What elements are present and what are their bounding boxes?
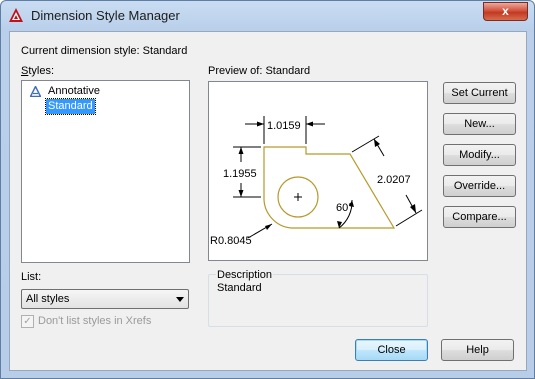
angle-dim-arrow-bottom	[337, 221, 342, 228]
xrefs-checkbox-label: Don't list styles in Xrefs	[38, 315, 152, 327]
left-dim-arrow-bottom	[238, 190, 244, 197]
description-label: Description	[216, 269, 274, 281]
radius-leader-arrow	[265, 224, 272, 230]
help-button[interactable]: Help	[441, 339, 514, 361]
left-dim-arrow-top	[238, 147, 244, 154]
list-label: List:	[21, 271, 42, 283]
right-dim-text: 2.0207	[377, 174, 411, 186]
current-style-label: Current dimension style:	[21, 45, 140, 57]
close-button[interactable]: Close	[355, 339, 428, 361]
top-dim-text: 1.0159	[267, 120, 301, 132]
right-dim-arrow-bottom	[410, 204, 416, 213]
description-group: Description Standard	[208, 269, 428, 327]
annotative-icon	[30, 86, 41, 97]
preview-pane: 1.0159 1.1955 2.0207 60° R0.8045	[208, 81, 428, 261]
new-style-button[interactable]: New...	[443, 113, 516, 135]
xrefs-checkbox[interactable]: ✓	[21, 315, 34, 328]
styles-label-rest: tyles:	[28, 65, 55, 77]
override-button[interactable]: Override...	[443, 175, 516, 197]
styles-label: Styles:	[21, 65, 55, 77]
style-item-label: Standard	[45, 98, 96, 115]
style-item-label: Annotative	[48, 85, 100, 97]
radius-dim-text: R0.8045	[210, 235, 252, 247]
list-filter-value: All styles	[26, 293, 70, 305]
dialog-client-area: Current dimension style: Standard Styles…	[9, 31, 527, 371]
list-filter-dropdown[interactable]: All styles	[21, 289, 189, 309]
top-dim-arrow-left	[257, 121, 264, 127]
dimension-preview-drawing: 1.0159 1.1955 2.0207 60° R0.8045	[210, 116, 423, 247]
dialog-window: Dimension Style Manager x Current dimens…	[0, 0, 535, 379]
angle-dim-text: 60°	[336, 202, 353, 214]
styles-listbox[interactable]: Annotative Standard	[21, 80, 190, 263]
current-style-line: Current dimension style: Standard	[21, 45, 187, 57]
window-title: Dimension Style Manager	[31, 8, 180, 23]
right-dim-arrow-top	[374, 139, 380, 147]
top-dim-arrow-right	[306, 121, 313, 127]
current-style-value: Standard	[142, 45, 188, 57]
title-bar[interactable]: Dimension Style Manager x	[1, 1, 534, 31]
right-dim-ext-bottom	[395, 209, 423, 227]
autocad-app-icon	[9, 8, 23, 22]
part-outline	[263, 146, 396, 229]
chevron-down-icon[interactable]	[176, 297, 184, 302]
description-text: Standard	[217, 282, 262, 294]
set-current-button[interactable]: Set Current	[443, 82, 516, 104]
window-close-button[interactable]: x	[483, 2, 528, 21]
preview-label: Preview of: Standard	[208, 65, 311, 77]
compare-button[interactable]: Compare...	[443, 206, 516, 228]
modify-button[interactable]: Modify...	[443, 144, 516, 166]
left-dim-text: 1.1955	[223, 168, 257, 180]
